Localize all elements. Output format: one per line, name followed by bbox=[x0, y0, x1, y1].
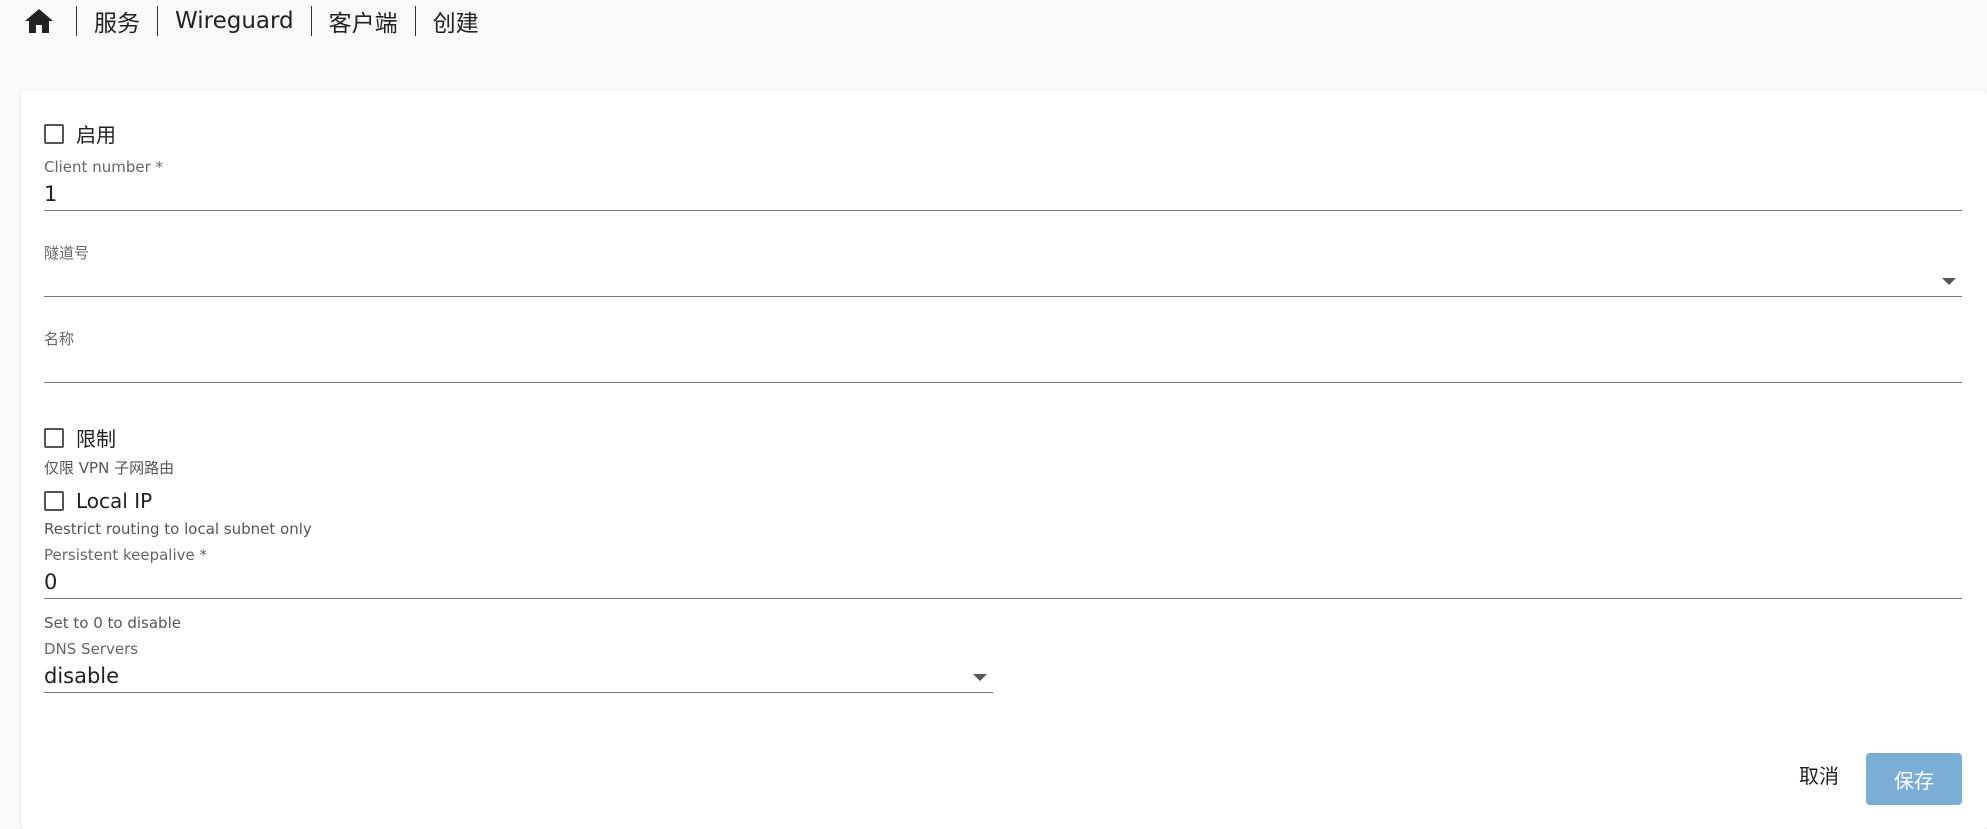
keepalive-helper-text: Set to 0 to disable bbox=[44, 614, 181, 632]
local-ip-helper-text: Restrict routing to local subnet only bbox=[44, 520, 312, 538]
local-ip-checkbox[interactable]: Local IP bbox=[44, 489, 152, 513]
keepalive-label: Persistent keepalive * bbox=[44, 546, 208, 564]
dns-servers-label: DNS Servers bbox=[44, 640, 139, 658]
breadcrumb-create: 创建 bbox=[432, 11, 479, 37]
enable-label: 启用 bbox=[76, 123, 116, 147]
breadcrumb-wireguard[interactable]: Wireguard bbox=[158, 8, 311, 34]
restrict-helper-text: 仅限 VPN 子网路由 bbox=[44, 459, 175, 477]
keepalive-input[interactable]: 0 bbox=[44, 565, 1962, 599]
cancel-button[interactable]: 取消 bbox=[1777, 748, 1861, 800]
dns-servers-select[interactable]: disable bbox=[44, 659, 993, 693]
name-field: 名称 bbox=[44, 329, 1962, 383]
name-label: 名称 bbox=[44, 330, 75, 348]
restrict-checkbox-box[interactable] bbox=[44, 427, 64, 448]
client-number-input[interactable]: 1 bbox=[44, 177, 1962, 211]
breadcrumb-services[interactable]: 服务 bbox=[77, 4, 157, 38]
restrict-checkbox[interactable]: 限制 bbox=[44, 423, 116, 452]
breadcrumb-clients[interactable]: 客户端 bbox=[312, 4, 415, 38]
breadcrumb: 服务 Wireguard 客户端 创建 bbox=[22, 2, 496, 40]
local-ip-label: Local IP bbox=[76, 489, 153, 513]
tunnel-field: 隧道号 bbox=[44, 243, 1962, 297]
tunnel-select[interactable] bbox=[44, 263, 1962, 297]
enable-checkbox-box[interactable] bbox=[44, 123, 64, 144]
chevron-down-icon bbox=[973, 674, 987, 681]
restrict-label: 限制 bbox=[76, 427, 116, 451]
name-input[interactable] bbox=[44, 349, 1962, 383]
client-number-field: Client number * 1 bbox=[44, 157, 1962, 211]
chevron-down-icon bbox=[1942, 278, 1956, 285]
enable-checkbox[interactable]: 启用 bbox=[44, 119, 116, 148]
keepalive-field: Persistent keepalive * 0 bbox=[44, 545, 1962, 599]
client-form-card: 启用 Client number * 1 隧道号 名称 限制 仅限 VPN 子网… bbox=[21, 91, 1987, 829]
dns-servers-value: disable bbox=[44, 664, 120, 688]
local-ip-checkbox-box[interactable] bbox=[44, 491, 64, 511]
client-number-label: Client number * bbox=[44, 158, 164, 176]
save-button[interactable]: 保存 bbox=[1866, 753, 1962, 805]
home-icon[interactable] bbox=[22, 4, 56, 38]
dns-servers-field: DNS Servers disable bbox=[44, 639, 993, 693]
tunnel-label: 隧道号 bbox=[44, 244, 90, 262]
